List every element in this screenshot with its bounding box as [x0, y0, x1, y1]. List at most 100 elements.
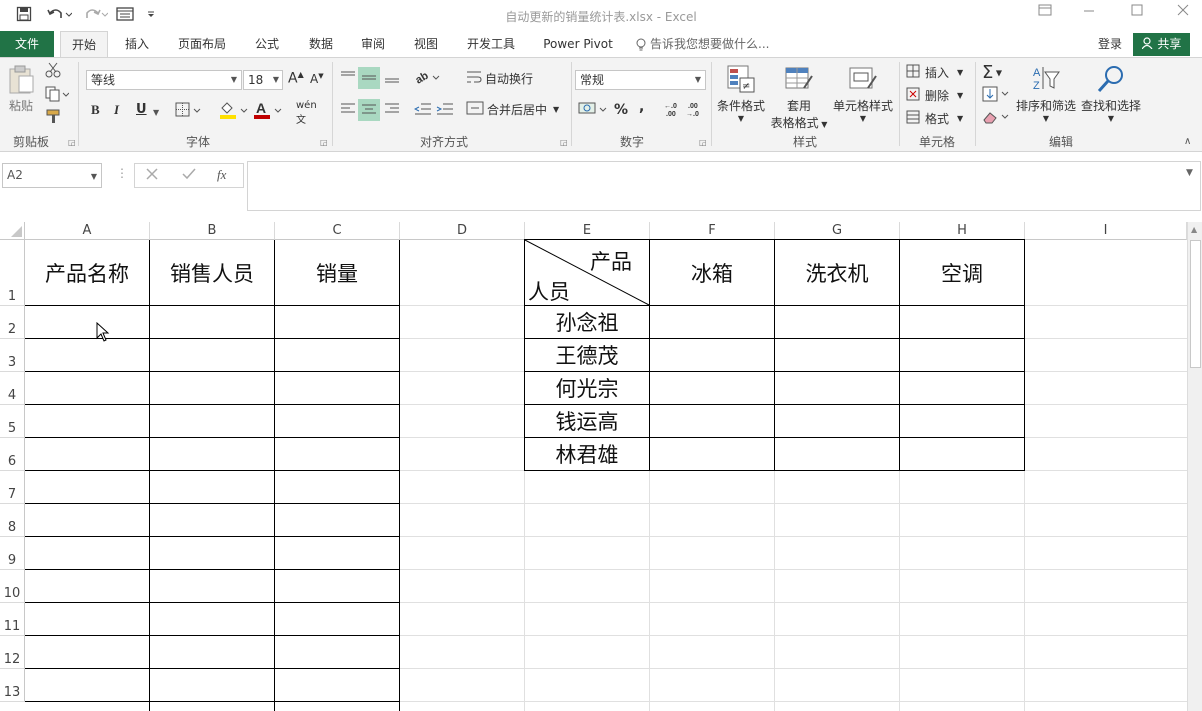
- formula-input[interactable]: [247, 161, 1201, 211]
- column-header[interactable]: I: [1025, 222, 1187, 240]
- fill-icon[interactable]: [982, 86, 1012, 106]
- align-left-icon[interactable]: [340, 102, 356, 120]
- column-header[interactable]: H: [900, 222, 1025, 240]
- number-launcher-icon[interactable]: ◲: [699, 138, 707, 147]
- orientation-icon[interactable]: ab: [413, 68, 442, 90]
- borders-icon[interactable]: [175, 102, 201, 122]
- fill-color-icon[interactable]: [219, 100, 249, 124]
- percent-button[interactable]: %: [614, 102, 628, 118]
- font-family-select[interactable]: 等线 ▼: [86, 70, 242, 90]
- increase-decimal-icon[interactable]: ←.0.00: [664, 101, 680, 121]
- decrease-indent-icon[interactable]: [413, 102, 432, 120]
- tab-data[interactable]: 数据: [300, 31, 342, 57]
- row-header[interactable]: 5: [0, 405, 25, 438]
- underline-button[interactable]: U: [136, 102, 147, 117]
- cut-icon[interactable]: [45, 62, 61, 82]
- column-header[interactable]: A: [25, 222, 150, 240]
- align-middle-icon[interactable]: [358, 67, 380, 89]
- align-top-icon[interactable]: [340, 70, 356, 88]
- wrap-text-button[interactable]: 自动换行: [466, 70, 533, 87]
- worksheet-grid[interactable]: A B C D E F G H I 1 2 3 4 5 6 7 8 9 10 1…: [0, 222, 1202, 711]
- paste-button[interactable]: 粘贴: [6, 64, 36, 122]
- scroll-up-icon[interactable]: ▲: [1191, 225, 1197, 234]
- accounting-format-icon[interactable]: [578, 101, 608, 121]
- align-center-icon[interactable]: [358, 99, 380, 121]
- align-right-icon[interactable]: [384, 102, 400, 120]
- sort-filter-button[interactable]: AZ 排序和筛选 ▼: [1016, 64, 1076, 128]
- decrease-decimal-icon[interactable]: .00 →.0: [686, 101, 702, 121]
- alignment-launcher-icon[interactable]: ◲: [560, 138, 568, 147]
- tab-home[interactable]: 开始: [60, 31, 108, 58]
- font-size-select[interactable]: 18 ▼: [243, 70, 283, 90]
- row-header[interactable]: 2: [0, 306, 25, 339]
- column-header[interactable]: B: [150, 222, 275, 240]
- comma-button[interactable]: ,: [639, 99, 644, 115]
- maximize-icon[interactable]: [1122, 4, 1152, 24]
- collapse-ribbon-icon[interactable]: ∧: [1184, 136, 1191, 147]
- vertical-scrollbar[interactable]: ▲: [1187, 222, 1202, 711]
- minimize-icon[interactable]: [1074, 4, 1104, 24]
- column-header[interactable]: C: [275, 222, 400, 240]
- conditional-formatting-button[interactable]: ≠ 条件格式 ▼: [716, 64, 766, 124]
- name-box[interactable]: A2 ▼: [2, 163, 102, 188]
- bold-button[interactable]: B: [91, 102, 100, 118]
- format-as-table-button[interactable]: 套用 表格格式 ▼: [768, 64, 830, 130]
- login-link[interactable]: 登录: [1090, 31, 1130, 57]
- italic-button[interactable]: I: [114, 102, 119, 118]
- copy-icon[interactable]: [45, 86, 70, 106]
- row-header[interactable]: 8: [0, 504, 25, 537]
- tab-insert[interactable]: 插入: [116, 31, 158, 57]
- cell-B1[interactable]: 销售人员: [150, 240, 274, 305]
- cell-E4[interactable]: 何光宗: [525, 372, 649, 404]
- row-header[interactable]: 1: [0, 240, 25, 306]
- phonetic-guide-icon[interactable]: wén 文: [296, 100, 317, 126]
- row-header[interactable]: 4: [0, 372, 25, 405]
- tell-me-search[interactable]: 告诉我您想要做什么...: [636, 31, 786, 57]
- autosum-icon[interactable]: Σ ▼: [982, 62, 1002, 83]
- increase-indent-icon[interactable]: [436, 102, 454, 120]
- cell-E6[interactable]: 林君雄: [525, 438, 649, 470]
- grow-font-icon[interactable]: A▲: [288, 70, 304, 87]
- enter-icon[interactable]: [181, 167, 197, 186]
- ribbon-display-icon[interactable]: [1030, 4, 1060, 24]
- expand-formula-icon[interactable]: ▼: [1186, 168, 1193, 178]
- row-header[interactable]: 6: [0, 438, 25, 471]
- cell-E3[interactable]: 王德茂: [525, 339, 649, 371]
- select-all-corner[interactable]: [0, 222, 25, 240]
- tab-developer[interactable]: 开发工具: [458, 31, 524, 57]
- chevron-down-icon[interactable]: ▼: [153, 108, 159, 117]
- number-format-select[interactable]: 常规 ▼: [575, 70, 706, 90]
- shrink-font-icon[interactable]: A▼: [310, 72, 324, 86]
- merge-center-button[interactable]: 合并后居中 ▼: [466, 101, 559, 118]
- find-select-button[interactable]: 查找和选择 ▼: [1080, 64, 1142, 128]
- row-header[interactable]: 10: [0, 570, 25, 603]
- cell-G1[interactable]: 洗衣机: [775, 240, 899, 305]
- align-bottom-icon[interactable]: [384, 70, 400, 88]
- cell-H1[interactable]: 空调: [900, 240, 1024, 305]
- cell-F1[interactable]: 冰箱: [650, 240, 774, 305]
- row-header[interactable]: 13: [0, 669, 25, 702]
- tab-power-pivot[interactable]: Power Pivot: [538, 31, 618, 57]
- delete-cells-button[interactable]: 删除 ▼: [906, 87, 963, 104]
- tab-file[interactable]: 文件: [0, 31, 54, 57]
- font-color-icon[interactable]: A: [253, 100, 283, 124]
- clipboard-launcher-icon[interactable]: ◲: [68, 138, 76, 147]
- row-header[interactable]: 9: [0, 537, 25, 570]
- format-painter-icon[interactable]: [45, 108, 61, 128]
- column-header[interactable]: E: [525, 222, 650, 240]
- column-header[interactable]: G: [775, 222, 900, 240]
- cell-E2[interactable]: 孙念祖: [525, 306, 649, 338]
- cell-styles-button[interactable]: 单元格样式 ▼: [832, 64, 894, 124]
- insert-cells-button[interactable]: 插入 ▼: [906, 64, 963, 81]
- format-cells-button[interactable]: 格式 ▼: [906, 110, 963, 127]
- cell-E1-diagonal[interactable]: 产品 人员: [525, 240, 649, 305]
- close-icon[interactable]: [1168, 4, 1198, 24]
- cancel-icon[interactable]: [145, 167, 159, 186]
- font-launcher-icon[interactable]: ◲: [320, 138, 328, 147]
- row-header[interactable]: 3: [0, 339, 25, 372]
- share-button[interactable]: 共享: [1133, 33, 1190, 56]
- tab-review[interactable]: 审阅: [352, 31, 394, 57]
- row-header[interactable]: 12: [0, 636, 25, 669]
- scrollbar-thumb[interactable]: [1190, 240, 1201, 368]
- cell-E5[interactable]: 钱运高: [525, 405, 649, 437]
